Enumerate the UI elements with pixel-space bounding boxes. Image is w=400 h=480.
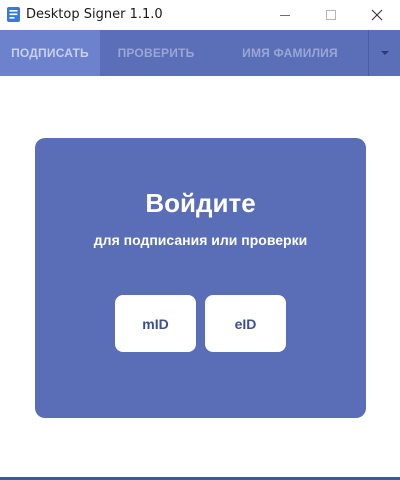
- mid-login-button[interactable]: mID: [115, 295, 196, 352]
- card-title: Войдите: [145, 188, 256, 218]
- tab-sign[interactable]: ПОДПИСАТЬ: [0, 30, 100, 76]
- title-bar[interactable]: Desktop Signer 1.1.0: [0, 0, 400, 30]
- app-logo-icon: [7, 7, 20, 22]
- card-subtitle: для подписания или проверки: [93, 232, 308, 248]
- login-card: Войдите для подписания или проверки mID …: [35, 138, 366, 418]
- nav-bar: ПОДПИСАТЬ ПРОВЕРИТЬ ИМЯ ФАМИЛИЯ: [0, 30, 400, 76]
- minimize-icon: [280, 14, 290, 16]
- window-title: Desktop Signer 1.1.0: [26, 7, 163, 22]
- chevron-down-icon: [380, 51, 389, 55]
- nav-dropdown-button[interactable]: [368, 30, 400, 76]
- close-icon: [371, 9, 383, 21]
- eid-login-button[interactable]: eID: [205, 295, 286, 352]
- tab-verify[interactable]: ПРОВЕРИТЬ: [100, 30, 212, 76]
- tab-user-name[interactable]: ИМЯ ФАМИЛИЯ: [212, 30, 368, 76]
- maximize-icon: [326, 10, 336, 20]
- maximize-button[interactable]: [308, 0, 354, 30]
- close-button[interactable]: [354, 0, 400, 30]
- app-window: Desktop Signer 1.1.0 ПОДПИСАТЬ ПРОВЕРИТЬ…: [0, 0, 400, 480]
- minimize-button[interactable]: [262, 0, 308, 30]
